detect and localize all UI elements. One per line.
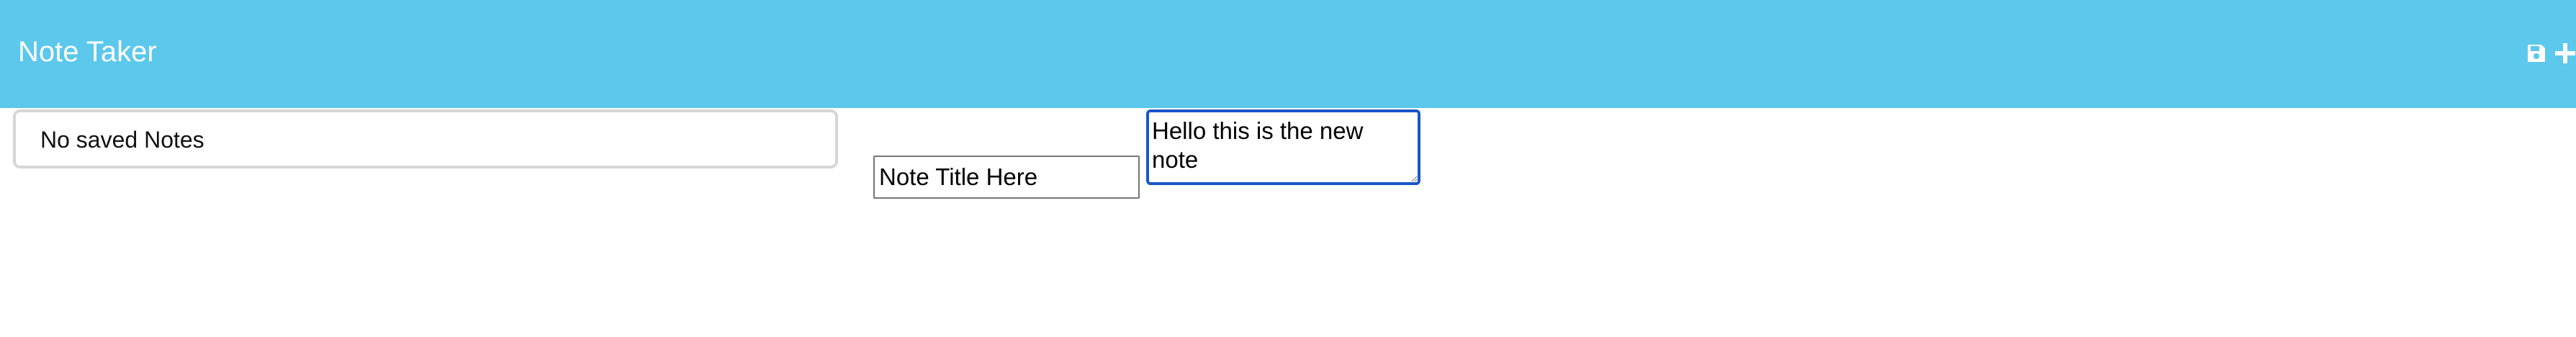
plus-icon[interactable] [2554,42,2576,64]
note-text-area[interactable]: Hello this is the new note [1146,109,1420,185]
navbar: Note Taker [0,0,2576,108]
notes-list: No saved Notes [13,109,838,168]
note-title-input[interactable] [873,156,1140,199]
empty-notes-message: No saved Notes [40,127,204,153]
navbar-actions [2526,40,2576,66]
save-icon[interactable] [2526,42,2547,64]
app-title[interactable]: Note Taker [18,33,157,71]
